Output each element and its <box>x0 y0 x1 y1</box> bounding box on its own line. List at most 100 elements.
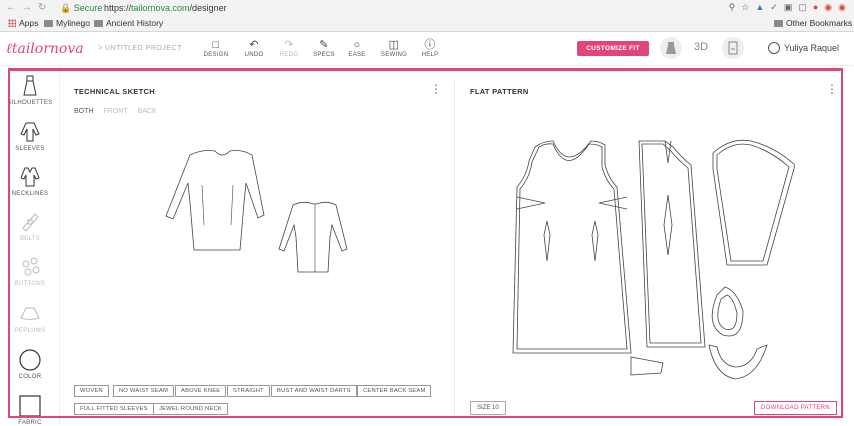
cast-icon[interactable]: ▣ <box>784 2 793 13</box>
logo-text: tailornova <box>11 41 84 57</box>
sidebar-item-label: FABRIC <box>18 420 42 426</box>
pattern-view-button[interactable] <box>722 37 744 59</box>
logo[interactable]: ℓtailornova <box>6 41 84 58</box>
sidebar-item-color[interactable]: COLOR <box>0 348 60 380</box>
bookmark-apps[interactable]: Apps <box>8 18 38 28</box>
project-breadcrumb[interactable]: > UNTITLED PROJECT <box>98 45 182 52</box>
front-dress-sketch <box>165 150 265 251</box>
star-icon[interactable]: ☆ <box>741 2 749 13</box>
secure-label: 🔒 Secure <box>60 3 103 13</box>
tag-woven: WOVEN <box>74 385 109 397</box>
bookmark-label: Apps <box>19 18 39 28</box>
silhouette-icon <box>23 75 37 96</box>
tab-back[interactable]: BACK <box>138 108 157 115</box>
folder-icon <box>774 19 783 27</box>
bookmark-other[interactable]: Other Bookmarks <box>774 18 852 28</box>
secure-text: Secure <box>73 3 103 13</box>
tag-no-waist-seam: NO WAIST SEAM <box>113 385 174 397</box>
user-menu[interactable]: Yuliya Raquel <box>768 42 839 54</box>
tag-jewel-round-neck: JEWEL ROUND NECK <box>153 403 228 415</box>
tab-both[interactable]: BOTH <box>74 108 93 115</box>
tool-label: UNDO <box>244 52 264 58</box>
user-name: Yuliya Raquel <box>784 43 840 53</box>
sidebar-item-fabric[interactable]: FABRIC <box>0 394 60 426</box>
flat-more-icon[interactable]: ⋮ <box>826 83 838 95</box>
download-pattern-button[interactable]: DOWNLOAD PATTERN <box>754 401 837 415</box>
sidebar-item-label: SLEEVES <box>15 146 45 152</box>
undo-icon: ↶ <box>249 39 259 51</box>
tag-full-fitted-sleeves: FULL FITTED SLEEVES <box>74 403 154 415</box>
url-text[interactable]: https://tailornova.com/designer <box>104 3 227 13</box>
dress-icon <box>666 42 676 54</box>
sidebar-item-buttons[interactable]: BUTTONS <box>0 255 60 287</box>
3d-view-button[interactable]: 3D <box>694 41 708 53</box>
back-icon[interactable]: ← <box>6 2 16 13</box>
bookmark-label: Other Bookmarks <box>786 18 853 28</box>
pinterest-icon[interactable]: ◉ <box>824 2 832 13</box>
customize-fit-button[interactable]: CUSTOMIZE FIT <box>577 41 649 56</box>
user-icon <box>768 42 780 54</box>
url-host: tailornova.com <box>131 3 190 13</box>
sidebar-item-sleeves[interactable]: SLEEVES <box>0 120 60 152</box>
ease-button[interactable]: ○ EASE <box>340 38 374 58</box>
help-icon: ⓘ <box>424 39 436 51</box>
folder-icon <box>44 19 53 27</box>
sidebar-item-peplums[interactable]: PEPLUMS <box>0 302 60 334</box>
extension-icon[interactable]: ▢ <box>798 2 807 13</box>
extension-icon[interactable]: ▲ <box>755 2 764 13</box>
belt-icon <box>22 213 39 232</box>
tag-center-back-seam: CENTER BACK SEAM <box>357 385 432 397</box>
size-tag[interactable]: SIZE 10 <box>470 401 506 415</box>
sidebar-item-belts[interactable]: BELTS <box>0 210 60 242</box>
sidebar-item-label: PEPLUMS <box>14 328 46 334</box>
sidebar-item-label: NECKLINES <box>11 191 49 197</box>
forward-icon[interactable]: → <box>22 2 32 13</box>
sewing-button[interactable]: ◫ SEWING <box>377 38 411 58</box>
design-button[interactable]: □ DESIGN <box>199 38 233 58</box>
redo-icon: ↷ <box>284 39 294 51</box>
bookmark-mylinego[interactable]: Mylinego <box>44 18 90 28</box>
sidebar-item-label: BUTTONS <box>14 281 46 287</box>
extension-icon[interactable]: ● <box>813 2 818 13</box>
pattern-icon <box>728 41 738 55</box>
sketch-view-tabs: BOTH FRONT BACK <box>74 108 157 115</box>
sidebar: SILHOUETTES SLEEVES NECKLINES BELTS BUTT… <box>0 66 60 426</box>
tag-straight: STRAIGHT <box>227 385 270 397</box>
technical-sketch-title: TECHNICAL SKETCH <box>74 87 155 96</box>
bookmark-ancient-history[interactable]: Ancient History <box>94 18 163 28</box>
flat-pattern-title: FLAT PATTERN <box>470 87 529 96</box>
technical-more-icon[interactable]: ⋮ <box>430 83 442 95</box>
tab-front[interactable]: FRONT <box>103 108 127 115</box>
tool-label: EASE <box>348 52 366 58</box>
back-dress-sketch <box>278 201 348 273</box>
sleeve-icon <box>20 122 40 142</box>
sidebar-item-silhouettes[interactable]: SILHOUETTES <box>0 74 60 106</box>
dress-view-button[interactable] <box>660 37 682 59</box>
tool-label: DESIGN <box>203 52 229 58</box>
address-bar[interactable]: ← → ↻ 🔒 Secure https://tailornova.com/de… <box>0 0 854 16</box>
sidebar-item-label: SILHOUETTES <box>7 100 53 106</box>
buttons-icon <box>22 257 40 276</box>
fabric-icon <box>19 395 41 417</box>
specs-button[interactable]: ✎ SPECS <box>307 38 341 58</box>
help-button[interactable]: ⓘ HELP <box>413 38 447 58</box>
tool-label: SEWING <box>380 52 408 58</box>
undo-button[interactable]: ↶ UNDO <box>237 38 271 58</box>
sidebar-item-necklines[interactable]: NECKLINES <box>0 165 60 197</box>
key-icon[interactable]: ⚲ <box>729 2 736 13</box>
redo-button[interactable]: ↷ REDO <box>272 38 306 58</box>
menu-icon[interactable]: ◉ <box>838 2 846 13</box>
sidebar-item-label: COLOR <box>18 374 42 380</box>
panel-divider <box>454 80 455 418</box>
extension-icon[interactable]: ✓ <box>770 2 778 13</box>
url-path: /designer <box>189 3 227 13</box>
bookmark-label: Ancient History <box>106 18 164 28</box>
sidebar-item-label: BELTS <box>19 236 41 242</box>
reload-icon[interactable]: ↻ <box>38 2 46 13</box>
tag-above-knee: ABOVE KNEE <box>175 385 227 397</box>
design-icon: □ <box>212 39 220 51</box>
extension-icons: ⚲ ☆ ▲ ✓ ▣ ▢ ● ◉ ◉ <box>729 2 846 13</box>
bookmarks-bar: Apps Mylinego Ancient History Other Book… <box>0 17 854 31</box>
neckline-icon <box>20 167 40 187</box>
tool-label: SPECS <box>313 52 335 58</box>
